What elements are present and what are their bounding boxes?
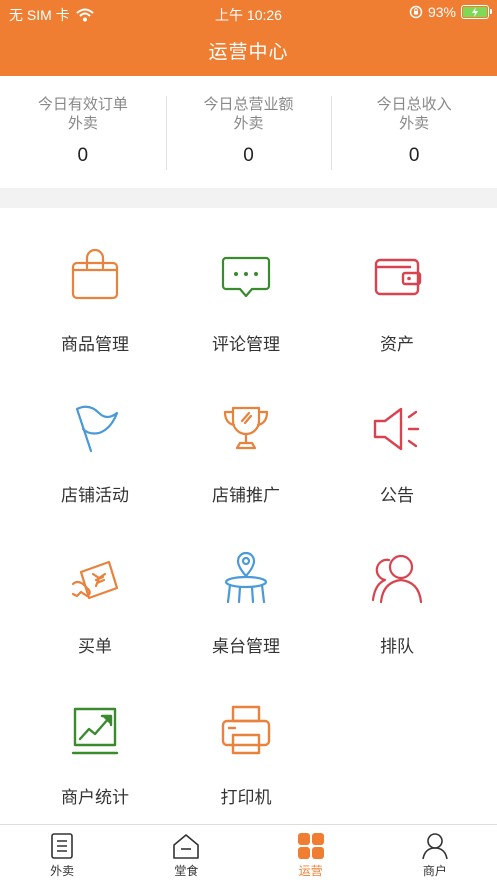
tab-label: 堂食 [174, 864, 199, 878]
stat-sub: 外卖 [67, 115, 98, 132]
tab-operations[interactable]: 运营 [249, 825, 373, 883]
grid-item-label: 打印机 [220, 788, 272, 807]
stat-value: 0 [243, 145, 254, 166]
grid-icon [297, 833, 324, 859]
stat-label: 今日总收入 [376, 96, 452, 113]
printer-icon [221, 705, 271, 755]
grid-item-label: 公告 [380, 486, 414, 505]
grid-item-tables[interactable]: 桌台管理 [163, 550, 329, 657]
battery-percent: 93% [427, 4, 456, 20]
stat-label: 今日有效订单 [37, 96, 128, 113]
grid-item-label: 店铺活动 [61, 486, 129, 505]
grid-item-label: 买单 [78, 637, 112, 656]
grid-item-assets[interactable]: 资产 [314, 248, 480, 355]
tab-bar: 外卖 堂食 运营 商户 [0, 824, 497, 883]
grid-item-label: 排队 [380, 637, 414, 656]
stat-label: 今日总营业额 [203, 96, 294, 113]
grid-item-queue[interactable]: 排队 [314, 550, 480, 657]
grid-item-label: 商户统计 [61, 788, 129, 807]
stat-sub: 外卖 [233, 115, 264, 132]
grid-item-label: 桌台管理 [212, 637, 280, 656]
grid-item-comments[interactable]: 评论管理 [163, 248, 329, 355]
tab-label: 运营 [298, 864, 323, 878]
tab-label: 外卖 [50, 864, 75, 878]
header: 无 SIM 卡 上午 10:26 93% 运营中心 [0, 0, 497, 76]
function-grid: 商品管理 评论管理 资产 店铺活动 店铺推广 公告 买单 桌台管理 排队 商户统… [0, 208, 497, 824]
comment-icon [221, 256, 271, 298]
wallet-icon [374, 258, 422, 296]
tab-takeaway[interactable]: 外卖 [0, 825, 124, 883]
grid-item-label: 店铺推广 [212, 486, 280, 505]
table-icon [224, 551, 268, 604]
orientation-lock-icon [409, 5, 423, 19]
stat-value: 0 [408, 145, 420, 166]
stat-sub: 外卖 [399, 115, 430, 132]
stat-value: 0 [77, 145, 89, 166]
grid-item-label: 资产 [380, 335, 414, 354]
grid-item-label: 评论管理 [212, 335, 280, 354]
grid-item-statistics[interactable]: 商户统计 [12, 701, 178, 808]
tab-dine-in[interactable]: 堂食 [124, 825, 248, 883]
shopping-bag-icon [71, 248, 119, 300]
battery-icon [461, 5, 492, 19]
grid-item-promotion[interactable]: 店铺推广 [163, 399, 329, 506]
coupon-hand-icon [71, 560, 119, 600]
grid-item-label: 商品管理 [61, 335, 129, 354]
trophy-icon [223, 406, 269, 450]
tab-label: 商户 [422, 864, 447, 878]
stat-turnover: 今日总营业额 外卖 0 [165, 76, 332, 188]
status-bar: 无 SIM 卡 上午 10:26 93% [0, 0, 497, 26]
stat-income: 今日总收入 外卖 0 [331, 76, 497, 188]
stat-orders: 今日有效订单 外卖 0 [0, 76, 166, 188]
page-title: 运营中心 [208, 42, 289, 63]
grid-item-goods[interactable]: 商品管理 [12, 248, 178, 355]
today-stats: 今日有效订单 外卖 0 今日总营业额 外卖 0 今日总收入 外卖 0 [0, 76, 497, 188]
list-icon [51, 833, 73, 859]
queue-users-icon [371, 554, 423, 604]
flag-icon [75, 405, 119, 453]
grid-item-pay-bill[interactable]: 买单 [12, 550, 178, 657]
megaphone-icon [373, 407, 420, 451]
grid-item-activity[interactable]: 店铺活动 [12, 399, 178, 506]
grid-item-printer[interactable]: 打印机 [163, 701, 329, 808]
chart-icon [71, 707, 119, 755]
home-icon [173, 834, 200, 859]
tab-merchant[interactable]: 商户 [373, 825, 497, 883]
grid-item-notice[interactable]: 公告 [314, 399, 480, 506]
user-icon [422, 833, 448, 860]
